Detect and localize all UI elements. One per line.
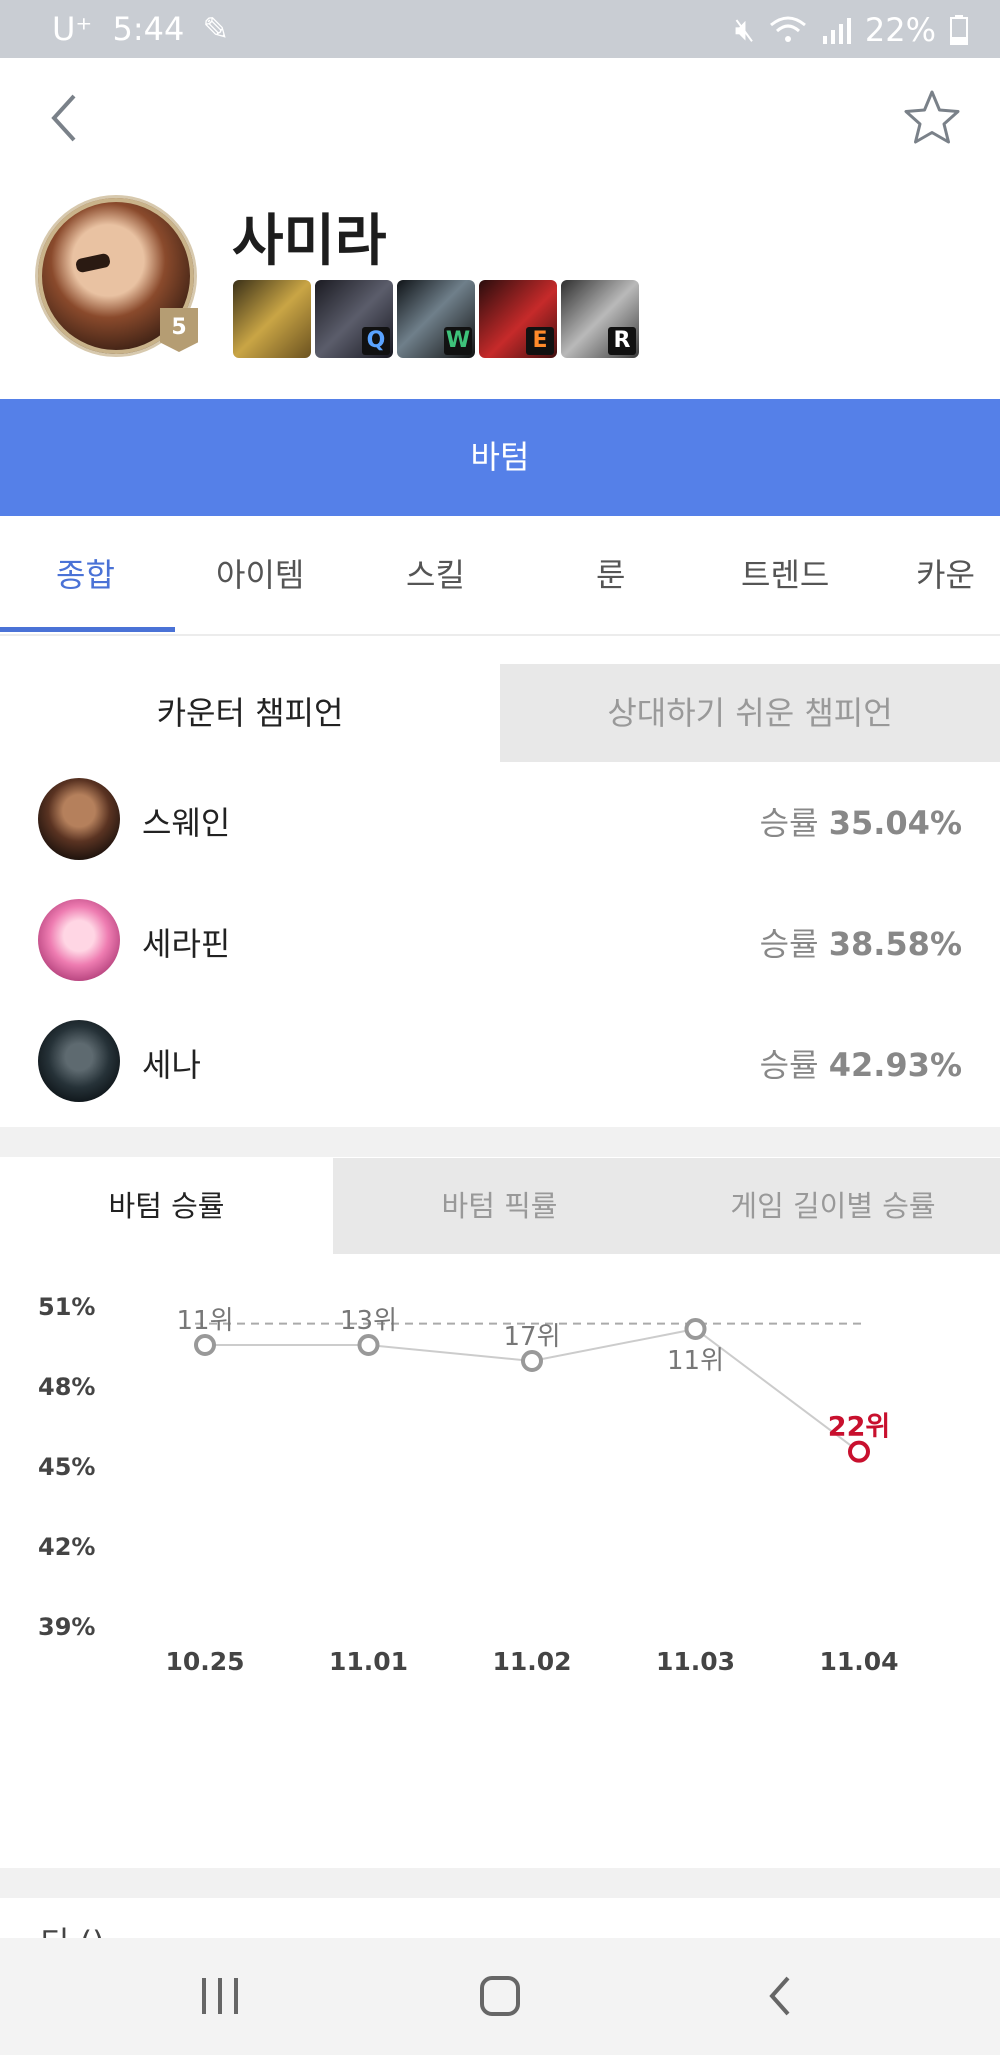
y-tick-label: 51% bbox=[38, 1293, 95, 1321]
x-tick-label: 11.03 bbox=[656, 1647, 735, 1676]
w-skill-icon[interactable]: W bbox=[397, 280, 475, 358]
skill-list: Q W E R bbox=[233, 280, 639, 358]
favorite-button[interactable] bbox=[900, 86, 964, 150]
win-rate-value: 38.58% bbox=[828, 925, 962, 963]
star-icon bbox=[904, 90, 960, 144]
mute-icon: 🔇︎ bbox=[734, 10, 755, 48]
win-rate-label: 승률 bbox=[759, 925, 819, 963]
champion-icon bbox=[38, 778, 120, 860]
win-rate: 승률 38.58% bbox=[760, 919, 962, 965]
data-point bbox=[521, 1350, 543, 1372]
partial-section-title: 티 () bbox=[40, 1918, 105, 1940]
y-tick-label: 45% bbox=[38, 1453, 95, 1481]
battery-label: 22% bbox=[864, 10, 936, 49]
r-skill-icon[interactable]: R bbox=[561, 280, 639, 358]
avatar-detail bbox=[74, 252, 112, 274]
list-item[interactable]: 세나 승률 42.93% bbox=[0, 1002, 1000, 1122]
rank-label: 11위 bbox=[176, 1306, 233, 1336]
list-item[interactable]: 세라핀 승률 38.58% bbox=[0, 881, 1000, 1001]
signal-icon bbox=[822, 17, 851, 44]
carrier-label: U⁺ bbox=[52, 10, 93, 48]
recent-apps-icon[interactable] bbox=[198, 1974, 242, 2018]
status-right: 🔇︎ 22% bbox=[735, 10, 968, 49]
x-tick-label: 10.25 bbox=[165, 1647, 244, 1676]
data-point bbox=[684, 1318, 707, 1340]
y-tick-label: 39% bbox=[38, 1613, 95, 1641]
rank-label: 17위 bbox=[503, 1322, 560, 1352]
tab-overview[interactable]: 종합 bbox=[56, 516, 115, 634]
section-divider bbox=[0, 1868, 1000, 1898]
rank-label: 22위 bbox=[828, 1412, 890, 1443]
winrate-chart: 51% 48% 45% 42% 39% 11위 13위 17위 11위 22위 10.25 11.01… bbox=[38, 1293, 899, 1676]
rank-label: 13위 bbox=[340, 1306, 397, 1336]
tab-skills[interactable]: 스킬 bbox=[406, 516, 465, 634]
x-tick-label: 11.02 bbox=[492, 1647, 571, 1676]
win-rate-value: 35.04% bbox=[828, 804, 962, 842]
section-divider bbox=[0, 1127, 1000, 1157]
skill-key: Q bbox=[362, 327, 390, 355]
status-bar: U⁺ 5:44 ✎ 🔇︎ 22% bbox=[0, 0, 1000, 58]
data-point bbox=[848, 1440, 870, 1463]
champion-name: 세라핀 bbox=[142, 925, 231, 963]
x-tick-label: 11.01 bbox=[329, 1647, 408, 1676]
champion-name: 스웨인 bbox=[142, 804, 231, 842]
q-skill-icon[interactable]: Q bbox=[315, 280, 393, 358]
position-selector[interactable]: 바텀 bbox=[0, 399, 1000, 516]
tab-runes[interactable]: 룬 bbox=[596, 516, 625, 634]
data-point bbox=[357, 1334, 380, 1356]
win-rate: 승률 35.04% bbox=[760, 798, 962, 844]
champion-icon bbox=[38, 899, 120, 981]
tab-winrate-by-game-length[interactable]: 게임 길이별 승률 bbox=[666, 1158, 1000, 1254]
tab-bottom-pickrate[interactable]: 바텀 픽률 bbox=[333, 1158, 666, 1254]
active-tab-indicator bbox=[0, 627, 175, 632]
tab-easy-champions[interactable]: 상대하기 쉬운 챔피언 bbox=[500, 664, 1000, 762]
main-tabs: 종합 아이템 스킬 룬 트렌드 카운터 bbox=[0, 516, 1000, 712]
champion-name: 세나 bbox=[142, 1046, 201, 1084]
back-button[interactable] bbox=[40, 88, 90, 148]
passive-skill-icon[interactable] bbox=[233, 280, 311, 358]
skill-key: W bbox=[444, 327, 472, 355]
tab-trends[interactable]: 트렌드 bbox=[741, 516, 829, 634]
edit-icon: ✎ bbox=[202, 10, 230, 48]
list-item[interactable]: 스웨인 승률 35.04% bbox=[0, 760, 1000, 880]
back-nav-icon[interactable] bbox=[760, 1972, 800, 2020]
status-left: U⁺ 5:44 ✎ bbox=[52, 10, 229, 48]
tab-counter-champions[interactable]: 카운터 챔피언 bbox=[0, 664, 500, 762]
e-skill-icon[interactable]: E bbox=[479, 280, 557, 358]
level-badge: 5 bbox=[160, 308, 198, 352]
home-icon[interactable] bbox=[476, 1972, 524, 2020]
y-tick-label: 48% bbox=[38, 1373, 95, 1401]
tab-items[interactable]: 아이템 bbox=[216, 516, 304, 634]
clock: 5:44 bbox=[112, 10, 185, 48]
champion-name: 사미라 bbox=[232, 209, 387, 274]
tab-counters[interactable]: 카운터 bbox=[916, 516, 1000, 712]
champion-icon bbox=[38, 1020, 120, 1102]
chevron-left-icon bbox=[51, 94, 76, 142]
rank-label: 11위 bbox=[667, 1346, 724, 1376]
win-rate-label: 승률 bbox=[759, 1046, 819, 1084]
x-tick-label: 11.04 bbox=[819, 1647, 898, 1676]
wifi-icon bbox=[769, 16, 806, 42]
battery-icon bbox=[950, 14, 968, 45]
system-navigation-bar bbox=[0, 1938, 1000, 2055]
skill-key: R bbox=[608, 327, 636, 355]
tab-bottom-winrate[interactable]: 바텀 승률 bbox=[0, 1158, 333, 1254]
win-rate-label: 승률 bbox=[759, 804, 819, 842]
skill-key: E bbox=[526, 327, 554, 355]
win-rate: 승률 42.93% bbox=[760, 1040, 962, 1086]
y-tick-label: 42% bbox=[38, 1533, 95, 1561]
data-point bbox=[194, 1334, 216, 1356]
win-rate-value: 42.93% bbox=[828, 1046, 962, 1084]
